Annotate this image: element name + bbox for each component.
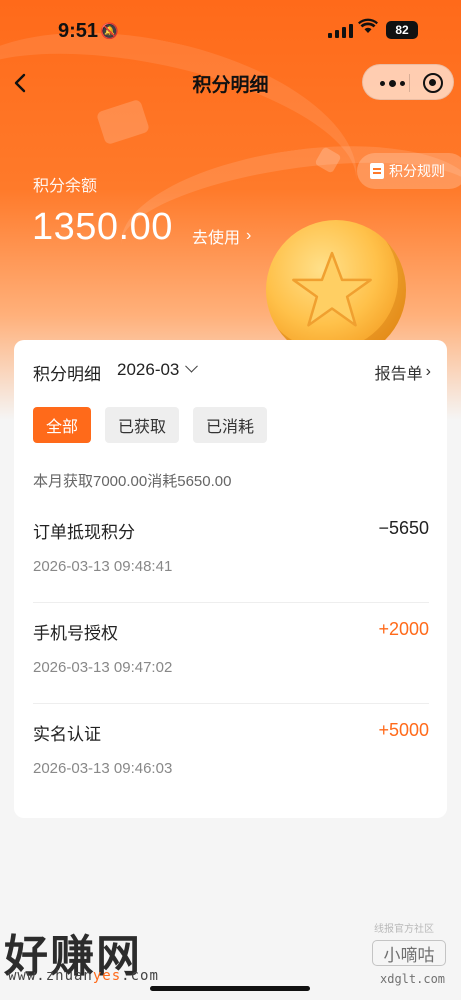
battery-indicator: 82: [386, 21, 418, 39]
list-item: 实名认证 +5000 2026-03-13 09:46:03: [33, 704, 429, 805]
watermark-url: xdglt.com: [380, 972, 446, 986]
filter-tabs: 全部 已获取 已消耗: [33, 407, 268, 443]
record-name: 手机号授权: [33, 624, 118, 643]
wifi-icon: [358, 18, 378, 39]
document-icon: [370, 163, 384, 179]
chevron-down-icon: [185, 359, 199, 373]
report-link[interactable]: 报告单 ›: [375, 360, 431, 384]
list-item: 手机号授权 +2000 2026-03-13 09:47:02: [33, 603, 429, 704]
record-name: 订单抵现积分: [33, 523, 135, 542]
record-points: −5650: [378, 518, 429, 538]
list-item: 订单抵现积分 −5650 2026-03-13 09:48:41: [33, 502, 429, 603]
coin-illustration: [266, 220, 406, 360]
capsule-divider: [409, 74, 410, 92]
points-rules-label: 积分规则: [389, 163, 445, 179]
report-label: 报告单: [374, 366, 423, 383]
balance-value: 1350.00: [32, 206, 173, 248]
mute-bell-icon: 🔕: [100, 23, 119, 40]
record-time: 2026-03-13 09:46:03: [33, 760, 173, 777]
points-rules-button[interactable]: 积分规则: [357, 153, 461, 189]
chevron-right-icon: ›: [246, 227, 252, 244]
records-list: 订单抵现积分 −5650 2026-03-13 09:48:41 手机号授权 +…: [33, 502, 429, 805]
watermark-tagline: 线报官方社区: [374, 924, 434, 935]
nav-bar: 积分明细: [0, 60, 461, 106]
use-points-link[interactable]: 去使用 ›: [192, 224, 251, 248]
filter-consumed[interactable]: 已消耗: [193, 407, 268, 443]
record-points: +5000: [378, 720, 429, 740]
filter-earned[interactable]: 已获取: [105, 407, 180, 443]
chevron-right-icon: ›: [425, 363, 431, 380]
cellular-signal-icon: [328, 24, 353, 38]
record-time: 2026-03-13 09:47:02: [33, 659, 173, 676]
record-time: 2026-03-13 09:48:41: [33, 558, 173, 575]
home-indicator: [150, 986, 310, 991]
card-title: 积分明细: [33, 365, 101, 384]
star-icon: [292, 251, 372, 327]
filter-all[interactable]: 全部: [33, 407, 92, 443]
month-selector[interactable]: 2026-03: [117, 359, 199, 380]
status-bar: 9:51 🔕 82: [0, 0, 461, 60]
month-value: 2026-03: [117, 360, 180, 379]
balance-label: 积分余额: [33, 178, 98, 195]
record-name: 实名认证: [33, 725, 101, 744]
monthly-summary: 本月获取7000.00消耗5650.00: [33, 473, 232, 490]
watermark-url: www.zhuanyes.com: [8, 968, 159, 984]
miniprogram-capsule: [362, 64, 454, 100]
use-points-label: 去使用: [192, 230, 241, 247]
status-time: 9:51: [58, 20, 99, 42]
watermark-badge: 小嘀咕: [372, 940, 446, 966]
close-miniprogram-icon[interactable]: [423, 73, 443, 93]
points-detail-card: 积分明细 2026-03 报告单 › 全部 已获取 已消耗 本月获取7000.0…: [14, 340, 447, 818]
more-icon[interactable]: [375, 65, 409, 101]
record-points: +2000: [378, 619, 429, 639]
